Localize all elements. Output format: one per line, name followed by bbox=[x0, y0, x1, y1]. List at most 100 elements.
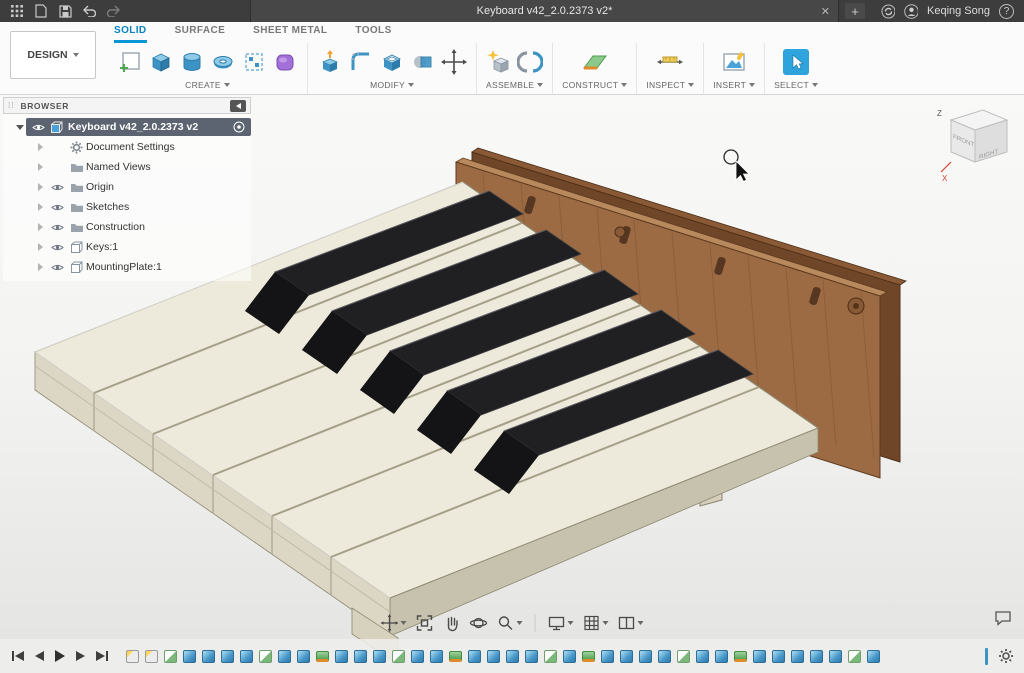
timeline-end-marker[interactable] bbox=[985, 648, 988, 665]
inspect-measure-icon[interactable] bbox=[656, 49, 684, 75]
assemble-new-component-icon[interactable] bbox=[486, 49, 512, 75]
avatar[interactable] bbox=[904, 4, 918, 18]
timeline-feature-extrude-icon[interactable] bbox=[867, 650, 880, 663]
timeline-feature-sketch-icon[interactable] bbox=[544, 650, 557, 663]
timeline-feature-extrude-icon[interactable] bbox=[278, 650, 291, 663]
browser-item-keys[interactable]: Keys:1 bbox=[3, 237, 251, 257]
apps-grid-icon[interactable] bbox=[10, 4, 24, 18]
browser-item-construction[interactable]: Construction bbox=[3, 217, 251, 237]
step-forward-icon[interactable] bbox=[73, 648, 89, 664]
browser-header[interactable]: ⁞⁞ BROWSER bbox=[3, 97, 251, 114]
create-torus-icon[interactable] bbox=[210, 49, 236, 75]
timeline-feature-extrude-icon[interactable] bbox=[506, 650, 519, 663]
timeline-settings-gear-icon[interactable] bbox=[998, 648, 1014, 664]
skip-to-end-icon[interactable] bbox=[94, 648, 110, 664]
timeline-feature-plane-icon[interactable] bbox=[734, 651, 747, 662]
timeline-feature-sketch-icon[interactable] bbox=[848, 650, 861, 663]
user-name[interactable]: Keqing Song bbox=[927, 5, 990, 17]
browser-item-sketches[interactable]: Sketches bbox=[3, 197, 251, 217]
tab-solid[interactable]: SOLID bbox=[114, 25, 147, 43]
expand-arrow-icon[interactable] bbox=[38, 143, 43, 151]
assemble-joint-icon[interactable] bbox=[517, 49, 543, 75]
orbit-icon[interactable] bbox=[470, 614, 488, 632]
timeline-feature-extrude-icon[interactable] bbox=[791, 650, 804, 663]
timeline-feature-extrude-icon[interactable] bbox=[525, 650, 538, 663]
comment-icon[interactable] bbox=[994, 610, 1012, 631]
timeline-feature-extrude-icon[interactable] bbox=[601, 650, 614, 663]
visibility-eye-icon[interactable] bbox=[32, 123, 45, 132]
browser-item-mountingplate[interactable]: MountingPlate:1 bbox=[3, 257, 251, 277]
create-box-icon[interactable] bbox=[148, 49, 174, 75]
timeline-feature-extrude-icon[interactable] bbox=[696, 650, 709, 663]
timeline-feature-sketch-icon[interactable] bbox=[392, 650, 405, 663]
timeline-feature-extrude-icon[interactable] bbox=[221, 650, 234, 663]
expand-arrow-icon[interactable] bbox=[38, 163, 43, 171]
expand-arrow-icon[interactable] bbox=[38, 223, 43, 231]
tab-tools[interactable]: TOOLS bbox=[355, 25, 391, 43]
browser-item-document-settings[interactable]: Document Settings bbox=[3, 137, 251, 157]
browser-item-named-views[interactable]: Named Views bbox=[3, 157, 251, 177]
drag-handle-icon[interactable]: ⁞⁞ bbox=[8, 101, 14, 110]
workspace-selector[interactable]: DESIGN bbox=[10, 31, 96, 79]
timeline-feature-extrude-icon[interactable] bbox=[373, 650, 386, 663]
timeline-feature-extrude-icon[interactable] bbox=[563, 650, 576, 663]
skip-to-start-icon[interactable] bbox=[10, 648, 26, 664]
file-icon[interactable] bbox=[34, 4, 48, 18]
browser-root-row[interactable]: Keyboard v42_2.0.2373 v2 bbox=[3, 117, 251, 137]
timeline-feature-extrude-icon[interactable] bbox=[240, 650, 253, 663]
create-cylinder-icon[interactable] bbox=[179, 49, 205, 75]
tab-close-icon[interactable]: ✕ bbox=[821, 5, 830, 18]
redo-icon[interactable] bbox=[106, 4, 120, 18]
pan-icon[interactable] bbox=[381, 614, 407, 632]
construct-plane-icon[interactable] bbox=[581, 49, 609, 75]
group-modify-label[interactable]: MODIFY bbox=[370, 80, 414, 90]
play-icon[interactable] bbox=[52, 648, 68, 664]
timeline-feature-extrude-icon[interactable] bbox=[411, 650, 424, 663]
group-select-label[interactable]: SELECT bbox=[774, 80, 818, 90]
insert-canvas-icon[interactable] bbox=[721, 49, 747, 75]
fit-icon[interactable] bbox=[416, 614, 434, 632]
group-construct-label[interactable]: CONSTRUCT bbox=[562, 80, 627, 90]
timeline-feature-extrude-icon[interactable] bbox=[639, 650, 652, 663]
timeline-feature-extrude-icon[interactable] bbox=[487, 650, 500, 663]
new-tab-button[interactable]: + bbox=[845, 3, 865, 19]
viewcube[interactable]: Z FRONT RIGHT X bbox=[933, 100, 1018, 190]
expand-arrow-icon[interactable] bbox=[38, 263, 43, 271]
visibility-eye-icon[interactable] bbox=[51, 203, 64, 212]
visibility-eye-icon[interactable] bbox=[51, 223, 64, 232]
timeline-feature-extrude-icon[interactable] bbox=[810, 650, 823, 663]
expand-arrow-icon[interactable] bbox=[16, 125, 24, 130]
modify-fillet-icon[interactable] bbox=[348, 49, 374, 75]
timeline-feature-sketch-icon[interactable] bbox=[259, 650, 272, 663]
expand-arrow-icon[interactable] bbox=[38, 243, 43, 251]
browser-item-origin[interactable]: Origin bbox=[3, 177, 251, 197]
timeline-feature-extrude-icon[interactable] bbox=[829, 650, 842, 663]
timeline-feature-extrude-icon[interactable] bbox=[335, 650, 348, 663]
timeline-feature-component-icon[interactable] bbox=[145, 650, 158, 663]
timeline-feature-plane-icon[interactable] bbox=[449, 651, 462, 662]
timeline-feature-extrude-icon[interactable] bbox=[772, 650, 785, 663]
visibility-eye-icon[interactable] bbox=[51, 183, 64, 192]
modify-combine-icon[interactable] bbox=[410, 49, 436, 75]
group-assemble-label[interactable]: ASSEMBLE bbox=[486, 80, 543, 90]
create-form-icon[interactable] bbox=[272, 49, 298, 75]
expand-arrow-icon[interactable] bbox=[38, 183, 43, 191]
select-tool-icon[interactable] bbox=[783, 49, 809, 75]
group-create-label[interactable]: CREATE bbox=[185, 80, 230, 90]
step-back-icon[interactable] bbox=[31, 648, 47, 664]
modify-move-icon[interactable] bbox=[441, 49, 467, 75]
collapse-panel-icon[interactable] bbox=[230, 100, 246, 112]
display-settings-icon[interactable] bbox=[548, 614, 574, 632]
timeline-feature-sketch-icon[interactable] bbox=[677, 650, 690, 663]
zoom-icon[interactable] bbox=[497, 614, 523, 632]
timeline-feature-extrude-icon[interactable] bbox=[753, 650, 766, 663]
timeline-feature-extrude-icon[interactable] bbox=[354, 650, 367, 663]
tab-surface[interactable]: SURFACE bbox=[175, 25, 226, 43]
visibility-eye-icon[interactable] bbox=[51, 243, 64, 252]
create-sketch-icon[interactable] bbox=[117, 49, 143, 75]
sync-icon[interactable] bbox=[881, 4, 895, 18]
timeline-feature-extrude-icon[interactable] bbox=[297, 650, 310, 663]
viewports-icon[interactable] bbox=[618, 614, 644, 632]
create-pattern-icon[interactable] bbox=[241, 49, 267, 75]
timeline-feature-sketch-icon[interactable] bbox=[164, 650, 177, 663]
